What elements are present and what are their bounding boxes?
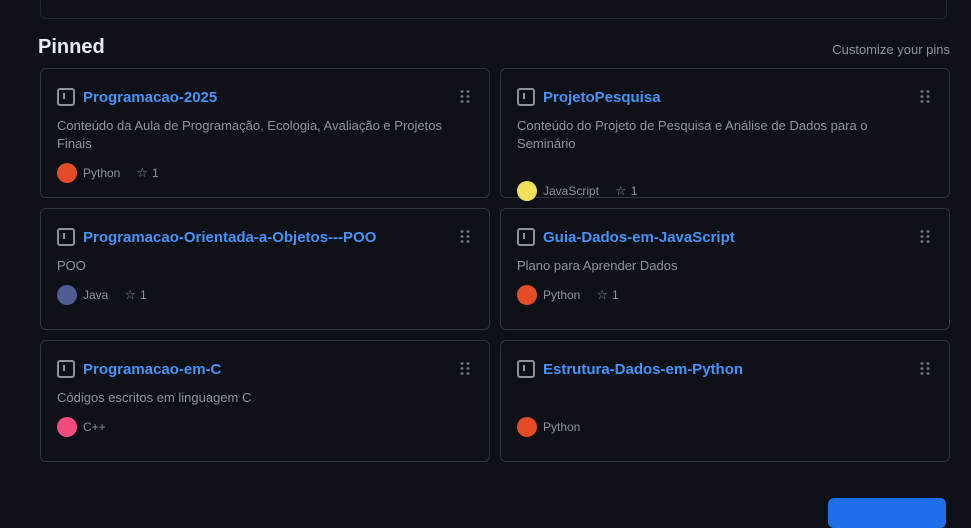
repo-name-link[interactable]: ProjetoPesquisa — [543, 89, 661, 106]
repo-name-link[interactable]: Programacao-2025 — [83, 89, 217, 106]
repo-stars[interactable]: 1 — [152, 166, 159, 180]
repo-description — [517, 389, 927, 407]
primary-action-button[interactable] — [828, 498, 946, 528]
repo-stars[interactable]: 1 — [140, 288, 147, 302]
star-icon[interactable]: ☆ — [596, 287, 608, 303]
repo-language: Python — [543, 420, 581, 434]
pinned-repo-card: ProjetoPesquisa Conteúdo do Projeto de P… — [500, 68, 950, 201]
repo-name-link[interactable]: Programacao-Orientada-a-Objetos---POO — [83, 229, 376, 246]
grabber-icon[interactable] — [919, 89, 931, 103]
language-color-dot — [517, 417, 537, 437]
pinned-repo-card: Programacao-Orientada-a-Objetos---POO PO… — [40, 208, 490, 330]
grabber-icon[interactable] — [919, 229, 931, 243]
pinned-section-header: Pinned Customize your pins — [38, 34, 950, 64]
repo-icon — [517, 360, 535, 378]
grabber-icon[interactable] — [459, 89, 471, 103]
pinned-repo-card: Guia-Dados-em-JavaScript Plano para Apre… — [500, 208, 950, 330]
customize-pins-link[interactable]: Customize your pins — [832, 42, 950, 57]
repo-stars[interactable]: 1 — [631, 184, 638, 198]
pinned-grid: Programacao-2025 Conteúdo da Aula de Pro… — [40, 68, 950, 462]
language-color-dot — [517, 181, 537, 201]
repo-description: Plano para Aprender Dados — [517, 258, 678, 273]
repo-icon — [517, 88, 535, 106]
repo-description: Conteúdo da Aula de Programação, Ecologi… — [57, 118, 442, 151]
language-color-dot — [57, 163, 77, 183]
repo-icon — [517, 228, 535, 246]
star-icon[interactable]: ☆ — [124, 287, 136, 303]
repo-name-link[interactable]: Estrutura-Dados-em-Python — [543, 361, 743, 378]
repo-icon — [57, 360, 75, 378]
star-icon[interactable]: ☆ — [136, 165, 148, 181]
repo-icon — [57, 228, 75, 246]
repo-language: JavaScript — [543, 184, 600, 198]
grabber-icon[interactable] — [459, 361, 471, 375]
language-color-dot — [57, 417, 77, 437]
pinned-repo-card: Programacao-em-C Códigos escritos em lin… — [40, 340, 490, 462]
previous-section-card — [40, 0, 947, 19]
repo-name-link[interactable]: Programacao-em-C — [83, 361, 221, 378]
repo-language: Python — [543, 288, 581, 302]
section-title: Pinned — [38, 36, 105, 58]
star-icon[interactable]: ☆ — [615, 183, 627, 199]
repo-description: Códigos escritos em linguagem C — [57, 390, 252, 405]
repo-icon — [57, 88, 75, 106]
pinned-repo-card: Programacao-2025 Conteúdo da Aula de Pro… — [40, 68, 490, 198]
repo-description: POO — [57, 258, 86, 273]
repo-language: Python — [83, 166, 121, 180]
language-color-dot — [57, 285, 77, 305]
repo-language: Java — [83, 288, 109, 302]
repo-description: Conteúdo do Projeto de Pesquisa e Anális… — [517, 118, 868, 151]
repo-name-link[interactable]: Guia-Dados-em-JavaScript — [543, 229, 735, 246]
repo-language: C++ — [83, 420, 106, 434]
grabber-icon[interactable] — [919, 361, 931, 375]
pinned-repo-card: Estrutura-Dados-em-Python Python — [500, 340, 950, 462]
grabber-icon[interactable] — [459, 229, 471, 243]
repo-stars[interactable]: 1 — [612, 288, 619, 302]
language-color-dot — [517, 285, 537, 305]
